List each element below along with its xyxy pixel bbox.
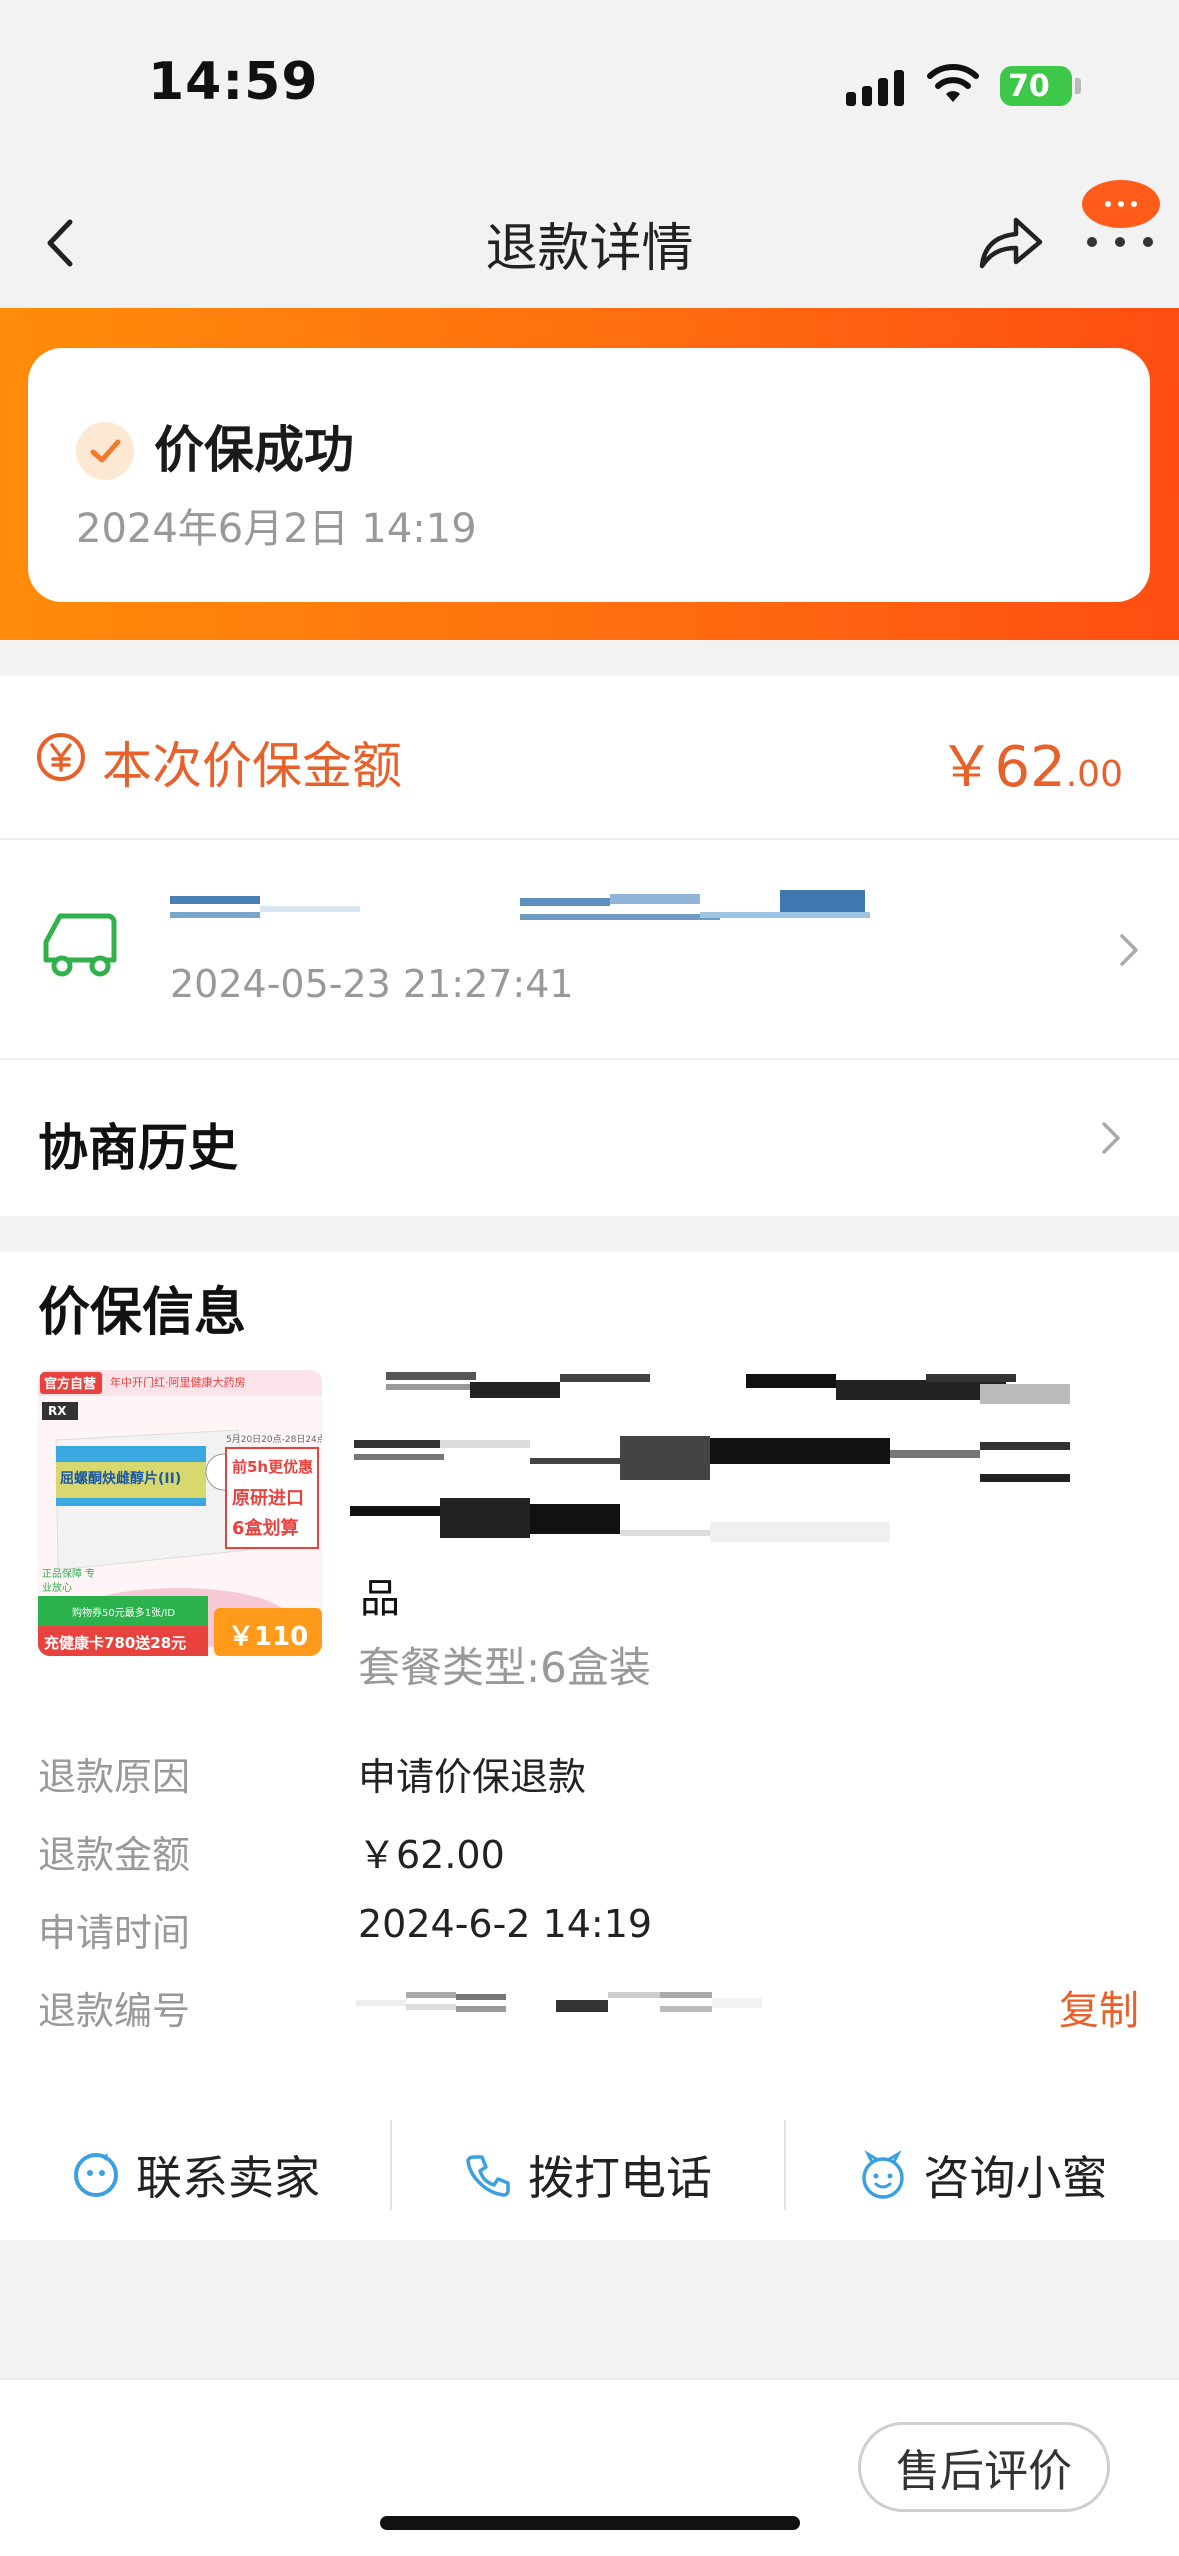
consult-assistant-button[interactable]: 咨询小蜜 xyxy=(786,2130,1179,2220)
image-promo-date: 5月20日20点-28日24点 xyxy=(226,1435,322,1445)
after-sales-review-button[interactable]: 售后评价 xyxy=(858,2422,1110,2512)
share-icon[interactable] xyxy=(976,212,1046,272)
image-price: ￥110 xyxy=(228,1622,309,1652)
price-protect-amount-label: 本次价保金额 xyxy=(102,737,402,795)
apply-time-value: 2024-6-2 14:19 xyxy=(358,1902,653,1946)
yen-icon xyxy=(37,733,85,781)
logistics-time: 2024-05-23 21:27:41 xyxy=(170,962,574,1006)
contact-seller-label: 联系卖家 xyxy=(136,2151,320,2205)
amount-currency: ￥ xyxy=(938,735,995,800)
logistics-status-redacted xyxy=(170,890,870,920)
image-card: 充健康卡780送28元 xyxy=(44,1634,187,1652)
battery-cap xyxy=(1075,78,1081,94)
image-promo-3: 6盒划算 xyxy=(232,1518,299,1539)
truck-icon xyxy=(43,913,117,977)
refund-reason-label: 退款原因 xyxy=(38,1755,191,1799)
product-title-redacted xyxy=(350,1372,1070,1542)
refund-number-redacted xyxy=(356,1992,762,2012)
signal-icon xyxy=(846,66,906,106)
image-top-text: 年中开门红·阿里健康大药房 xyxy=(110,1376,246,1389)
status-time: 14:59 xyxy=(148,52,319,112)
copy-button[interactable]: 复制 xyxy=(1059,1978,1139,2036)
chat-icon xyxy=(74,2153,118,2197)
amount-decimal: .00 xyxy=(1065,754,1123,795)
refund-status-title: 价保成功 xyxy=(154,421,354,479)
battery-indicator: 70 xyxy=(1000,66,1072,106)
image-product-name: 屈螺酮炔雌醇片(II) xyxy=(60,1471,182,1487)
product-title-suffix: 品 xyxy=(360,1576,400,1622)
negotiation-history-label: 协商历史 xyxy=(38,1119,238,1177)
assistant-icon xyxy=(861,2150,904,2199)
chevron-right-icon xyxy=(1102,1122,1120,1154)
section-title: 价保信息 xyxy=(38,1283,247,1343)
consult-assistant-label: 咨询小蜜 xyxy=(923,2151,1108,2205)
home-indicator[interactable] xyxy=(380,2516,800,2530)
price-protect-amount: ￥62.00 xyxy=(938,722,1123,803)
more-menu-icon[interactable] xyxy=(1080,178,1162,260)
phone-icon xyxy=(466,2155,510,2197)
check-icon xyxy=(76,422,134,480)
image-coupon: 购物券50元最多1张/ID xyxy=(72,1608,176,1619)
call-phone-button[interactable]: 拨打电话 xyxy=(392,2130,784,2220)
amount-integer: 62 xyxy=(994,735,1066,800)
image-promo-2: 原研进口 xyxy=(232,1488,304,1509)
image-promo-1: 前5h更优惠 xyxy=(232,1458,314,1476)
apply-time-label: 申请时间 xyxy=(38,1911,191,1955)
image-store-badge: 正品保障 专业放心 xyxy=(42,1569,96,1594)
product-image[interactable]: 官方自营 年中开门红·阿里健康大药房 RX 屈螺酮炔雌醇片(II) 5月20日2… xyxy=(38,1370,322,1656)
refund-amount-value: ￥62.00 xyxy=(358,1833,505,1877)
refund-number-label: 退款编号 xyxy=(38,1989,191,2033)
image-rx: RX xyxy=(48,1404,67,1418)
chevron-right-icon xyxy=(1120,934,1138,966)
call-phone-label: 拨打电话 xyxy=(528,2151,712,2205)
refund-amount-label: 退款金额 xyxy=(38,1833,191,1877)
logistics-row[interactable] xyxy=(0,840,1179,1058)
image-badge: 官方自营 xyxy=(44,1377,97,1392)
wifi-icon xyxy=(927,64,979,102)
refund-reason-value: 申请价保退款 xyxy=(358,1755,587,1799)
contact-seller-button[interactable]: 联系卖家 xyxy=(0,2130,392,2220)
product-spec: 套餐类型:6盒装 xyxy=(358,1643,651,1692)
refund-status-time: 2024年6月2日 14:19 xyxy=(76,506,477,552)
